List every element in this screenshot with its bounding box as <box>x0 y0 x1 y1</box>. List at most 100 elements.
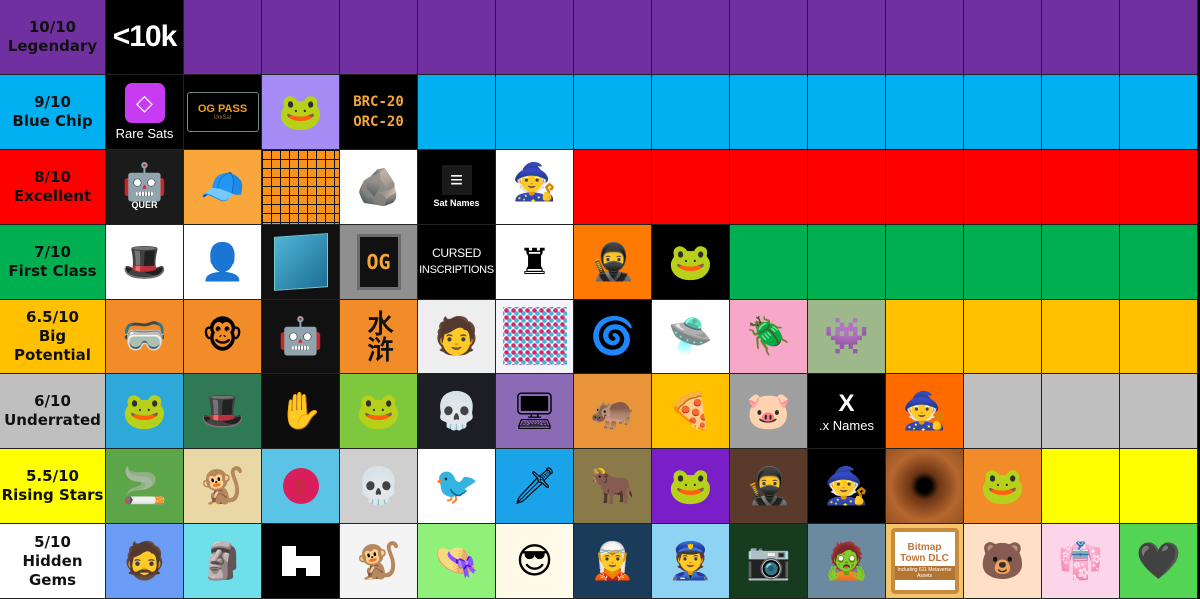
tier-item-blue-cube[interactable] <box>262 224 340 300</box>
empty-slot <box>808 149 886 225</box>
tier-item-black-hole[interactable] <box>886 449 964 525</box>
tier-item-ufo-frog[interactable]: 🛸 <box>652 299 730 375</box>
tier-item-heart-shirt-punk[interactable]: 🖤 <box>1120 524 1198 599</box>
tier-item-bitmap-squares[interactable] <box>262 149 340 225</box>
tier-item-dot-matrix[interactable] <box>496 299 574 375</box>
tier-item-cap-blue-guy[interactable]: 😎 <box>496 524 574 599</box>
tier-item-duck-ninja[interactable]: 🥷 <box>574 224 652 300</box>
tier-item-trainer-boy[interactable]: 🧢 <box>184 149 262 225</box>
tier-item-og-cartridge[interactable]: OG <box>340 224 418 300</box>
tier-item-sunglasses-frog[interactable]: 🐸 <box>964 449 1042 525</box>
tier-score: 5/10 <box>34 532 71 551</box>
empty-slot <box>1120 374 1198 450</box>
empty-slot <box>730 149 808 225</box>
laser-ape-art: 🐵 <box>184 300 261 374</box>
tier-item-bitmap-town-dlc[interactable]: Bitmap Town DLC Including 611 Metaverse A… <box>886 524 964 599</box>
tier-name: Excellent <box>13 186 92 205</box>
empty-slot <box>886 0 964 75</box>
empty-slot <box>652 0 730 75</box>
tier-item-pixel-pepe[interactable]: 🐸 <box>340 374 418 450</box>
jets-fan-icon: 🧔 <box>122 540 167 582</box>
tier-item-sat-names[interactable]: ≡ Sat Names <box>418 149 496 225</box>
tier-item-bucket-hat-statue[interactable]: 🗿 <box>184 524 262 599</box>
white-glyph-art <box>262 524 339 598</box>
tier-item-pixel-pepe-blue[interactable]: 🐸 <box>652 224 730 300</box>
tier-item-hooded-reaper[interactable]: 💀 <box>418 374 496 450</box>
tier-item-golden-frog[interactable]: 🐸 <box>652 449 730 525</box>
tier-item-cursed-inscriptions[interactable]: CURSED INSCRIPTIONS <box>418 224 496 300</box>
tier-item-bellhop-monkey[interactable]: 🐒 <box>184 449 262 525</box>
empty-slot <box>340 0 418 75</box>
tier-item-blue-blob-robot[interactable]: 👾 <box>808 299 886 375</box>
empty-slot <box>496 0 574 75</box>
empty-slot <box>1120 74 1198 150</box>
tier-item-bitcoin-bubbles[interactable]: ₿ <box>262 449 340 525</box>
tier-item-purple-hand[interactable]: ✋ <box>262 374 340 450</box>
tier-item-red-hippo[interactable]: 🦛 <box>574 374 652 450</box>
tier-item-water-margin-calligraphy[interactable]: 水浒 <box>340 299 418 375</box>
tophat-frog-icon: 🎩 <box>200 390 245 432</box>
screen-robot-icon: 🖥 <box>511 390 558 432</box>
tier-item-zombie-punk[interactable]: 🧟 <box>808 524 886 599</box>
tier-item-white-glyph[interactable] <box>262 524 340 599</box>
tier-name: Legendary <box>7 36 98 55</box>
tier-item-samurai[interactable]: 🥷 <box>730 449 808 525</box>
tier-label: 6/10 Underrated <box>0 374 106 450</box>
tier-item-laser-ape[interactable]: 🐵 <box>184 299 262 375</box>
tier-item-purple-robot[interactable]: 🤖 <box>262 299 340 375</box>
tier-item-sad-frog-3d[interactable]: 🐸 <box>106 374 184 450</box>
zombie-punk-art: 🧟 <box>808 524 885 598</box>
tier-item-quer-bot[interactable]: 🤖 QUER <box>106 149 184 225</box>
tier-item-x-names[interactable]: X .x Names <box>808 374 886 450</box>
tier-item-camera-frog[interactable]: 📷 <box>730 524 808 599</box>
empty-slot <box>1042 224 1120 300</box>
empty-slot <box>1120 149 1198 225</box>
tier-item-tophat-frog[interactable]: 🎩 <box>184 374 262 450</box>
tier-item-smoking-bear[interactable]: 🐻 <box>964 524 1042 599</box>
tier-item-yellow-punk[interactable]: 👤 <box>184 224 262 300</box>
tier-item-hooded-punk[interactable]: 🥽 <box>106 299 184 375</box>
tier-item-screen-robot[interactable]: 🖥 <box>496 374 574 450</box>
tier-item-jewel-beetle[interactable]: 🪲 <box>730 299 808 375</box>
tier-item-geisha[interactable]: 👘 <box>1042 524 1120 599</box>
red-hippo-icon: 🦛 <box>590 390 635 432</box>
item-sublabel: UniSat <box>213 114 232 121</box>
tier-item-tattoo-guy[interactable]: 🧑 <box>418 299 496 375</box>
tier-item-pixel-chess-rook[interactable]: ♜ <box>496 224 574 300</box>
tier-item-sword-card[interactable]: 🗡 <box>496 449 574 525</box>
tier-item-pizza-slice[interactable]: 🍕 <box>652 374 730 450</box>
tier-item-brc-orc-20[interactable]: BRC-20 ORC-20 <box>340 74 418 150</box>
tier-item-smoking-punk[interactable]: 🎩 <box>106 224 184 300</box>
goddess-art: 🧝 <box>574 524 651 598</box>
rare-sats-art: ◇ Rare Sats <box>106 75 183 149</box>
tier-item-muscle-pig[interactable]: 🐷 <box>730 374 808 450</box>
tier-item-og-pass[interactable]: OG PASS UniSat <box>184 74 262 150</box>
tier-label: 10/10 Legendary <box>0 0 106 75</box>
smoking-bear-art: 🐻 <box>964 524 1041 598</box>
pizza-slice-icon: 🍕 <box>668 390 713 432</box>
muscle-pig-icon: 🐷 <box>746 390 791 432</box>
tier-item-jets-fan[interactable]: 🧔 <box>106 524 184 599</box>
tier-item-goddess[interactable]: 🧝 <box>574 524 652 599</box>
tier-item-r-bitcoin-wizard[interactable]: 🧙 r/bitcoin <box>496 149 574 225</box>
sword-card-art: 🗡 <box>496 449 573 523</box>
tier-item-skeleton-guitar[interactable]: 💀 <box>340 449 418 525</box>
tier-item-straw-hat-duck[interactable]: 👒 <box>418 524 496 599</box>
tier-item-star-wizard[interactable]: 🧙 <box>886 374 964 450</box>
tier-item-sunglasses-monkey[interactable]: 🐒 <box>340 524 418 599</box>
hooded-reaper-icon: 💀 <box>434 390 479 432</box>
tier-item-ordinal-rock[interactable]: 🪨 <box>340 149 418 225</box>
item-label: OG PASS <box>197 102 248 115</box>
tier-item-blue-mage[interactable]: 🧙 <box>808 449 886 525</box>
tier-item-cigarette[interactable]: 🚬 <box>106 449 184 525</box>
cube-shape <box>273 232 328 291</box>
tier-item-sub-10k[interactable]: <10k <box>106 0 184 75</box>
tier-item-rare-sats[interactable]: ◇ Rare Sats <box>106 74 184 150</box>
tier-item-sparrow[interactable]: 🐦 <box>418 449 496 525</box>
tier-item-sombrero-guy[interactable]: 👮 <box>652 524 730 599</box>
tier-item-cowboy-bull[interactable]: 🐂 <box>574 449 652 525</box>
empty-slot <box>808 224 886 300</box>
tier-item-blue-torus[interactable]: 🌀 <box>574 299 652 375</box>
empty-slot <box>730 74 808 150</box>
tier-item-pepe-headband[interactable]: 🐸 <box>262 74 340 150</box>
